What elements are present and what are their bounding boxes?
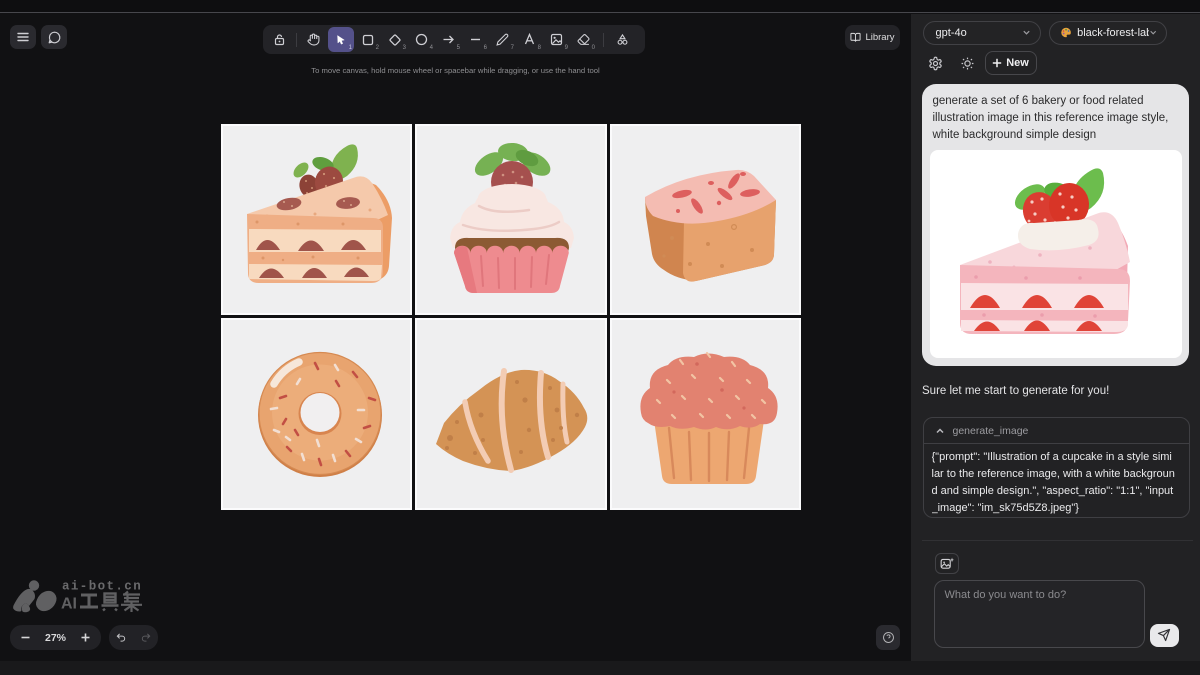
- svg-text:AI: AI: [61, 596, 77, 613]
- svg-text:ai-bot.cn: ai-bot.cn: [62, 580, 142, 594]
